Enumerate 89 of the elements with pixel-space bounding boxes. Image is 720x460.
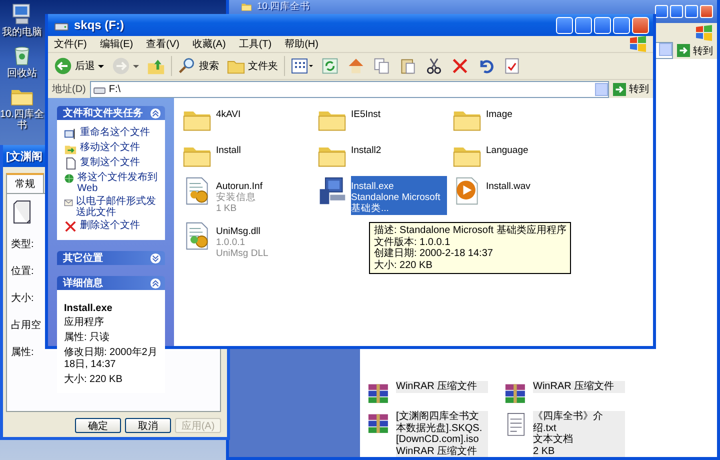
file-label: WinRAR 压缩文件 [396, 446, 478, 457]
go-button[interactable]: 转到 [677, 44, 713, 58]
properties-icon [503, 57, 521, 75]
file-label: [文渊阁四库全书文本数据光盘].SKQS.[DownCD.com].iso [396, 411, 484, 446]
folder-up-icon [147, 57, 165, 75]
go-arrow-icon [677, 44, 690, 57]
address-field[interactable] [655, 42, 673, 59]
menu-item[interactable]: 帮助(H) [284, 37, 318, 51]
file-item-label[interactable]: UniMsg.dll 1.0.0.1 UniMsg DLL [216, 220, 312, 260]
delete-icon [64, 220, 77, 233]
go-arrow-icon [613, 82, 626, 96]
file-item[interactable]: WinRAR 压缩文件 [366, 381, 503, 407]
file-label: 文本文档 [533, 434, 574, 446]
toolbar-button[interactable]: 后退 [52, 56, 106, 76]
copy-icon [373, 57, 391, 75]
document-icon [11, 200, 33, 224]
windows-flag-icon [695, 24, 713, 40]
field-label: 属性: [11, 346, 34, 359]
home-icon [347, 57, 365, 75]
file-item-label[interactable]: Install.wav [486, 176, 582, 193]
desktop-icon-label[interactable]: 10.四库全书 [0, 109, 44, 131]
paste-icon [399, 57, 417, 75]
desktop-icon-label[interactable]: 我的电脑 [0, 27, 44, 38]
window-title: skqs (F:) [74, 18, 124, 32]
tab[interactable]: 常规 [6, 173, 44, 193]
window-title: [文渊阁 [6, 150, 43, 164]
toolbar-button[interactable] [289, 56, 315, 76]
menu-item[interactable]: 编辑(E) [100, 37, 134, 51]
detail-text: 大小: 220 KB [64, 374, 124, 386]
file-item-label[interactable]: Install.exe Standalone Microsoft 基础类... [351, 176, 447, 215]
task-link[interactable]: 复制这个文件 [80, 157, 140, 168]
panel-header[interactable]: 文件和文件夹任务 [57, 106, 165, 120]
toolbar-button[interactable]: 搜索 [176, 56, 221, 76]
menu-item[interactable]: 收藏(A) [192, 37, 226, 51]
panel-header[interactable]: 其它位置 [57, 251, 165, 265]
rename-icon [64, 127, 77, 140]
menu-item[interactable]: 文件(F) [54, 37, 87, 51]
globe-icon [64, 172, 74, 185]
window-title: 10.四库全书 [257, 1, 310, 13]
grid-view-icon [291, 57, 313, 75]
expand-chevron-icon[interactable] [150, 252, 161, 264]
folder-icon [241, 1, 252, 12]
computer-setup-icon [317, 176, 347, 206]
task-link[interactable]: 重命名这个文件 [80, 127, 150, 138]
detail-text: 应用程序 [64, 317, 105, 329]
file-name: Install.exe [64, 303, 114, 314]
tooltip: 描述: Standalone Microsoft 基础类应用程序 文件版本: 1.0.0.1 创建日期: 2000-2-18 14:37 大小: 220 KB [369, 222, 572, 274]
search-icon [178, 57, 196, 75]
field-label: 占用空 [11, 318, 41, 332]
scissors-icon [425, 57, 443, 75]
field-label: 位置: [11, 264, 34, 278]
field-label: 类型: [11, 238, 34, 251]
file-item-label[interactable]: Language [486, 140, 582, 157]
file-item-label[interactable]: Image [486, 104, 582, 121]
file-label: WinRAR 压缩文件 [533, 381, 616, 392]
collapse-chevron-icon[interactable] [150, 278, 161, 288]
task-link[interactable]: 将这个文件发布到 Web [77, 172, 159, 194]
file-item-label[interactable]: Install2 [351, 140, 447, 157]
file-item-label[interactable]: Autorun.Inf 安装信息 1 KB [216, 176, 312, 215]
file-label: 《四库全书》介绍.txt [533, 411, 604, 434]
caret-icon [98, 64, 104, 68]
file-label: WinRAR 压缩文件 [396, 381, 478, 392]
address-field[interactable]: F:\ [90, 80, 609, 98]
windows-flag-icon [629, 36, 647, 52]
detail-text: 属性: 只读 [64, 332, 111, 344]
collapse-chevron-icon[interactable] [150, 108, 161, 118]
go-button[interactable]: 转到 [613, 82, 649, 96]
menu-item[interactable]: 查看(V) [146, 37, 180, 51]
file-item[interactable]: WinRAR 压缩文件 [503, 381, 640, 407]
task-link[interactable]: 移动这个文件 [80, 142, 140, 153]
toolbar-button[interactable]: 文件夹 [225, 56, 280, 76]
file-item-label[interactable]: Install [216, 140, 312, 157]
document-icon [64, 157, 77, 170]
address-label: 地址(D) [52, 82, 86, 96]
delete-icon [451, 57, 469, 75]
dialog-button[interactable]: 取消 [125, 418, 171, 433]
file-label: 2 KB [533, 446, 556, 457]
task-link[interactable]: 以电子邮件形式发送此文件 [76, 196, 159, 218]
detail-text: 修改日期: 2000年2月18日, 14:37 [64, 347, 158, 371]
desktop-icon-label[interactable]: 回收站 [0, 68, 44, 79]
panel-header[interactable]: 详细信息 [57, 276, 165, 290]
task-link[interactable]: 删除这个文件 [80, 220, 140, 231]
file-item-label[interactable]: IE5Inst [351, 104, 447, 121]
menu-item[interactable]: 工具(T) [238, 37, 272, 51]
refresh-icon [321, 57, 339, 75]
file-item-label[interactable]: 4kAVI [216, 104, 312, 121]
caret-icon [133, 64, 139, 68]
dialog-button[interactable]: 确定 [75, 418, 121, 433]
field-label: 大小: [11, 292, 34, 305]
